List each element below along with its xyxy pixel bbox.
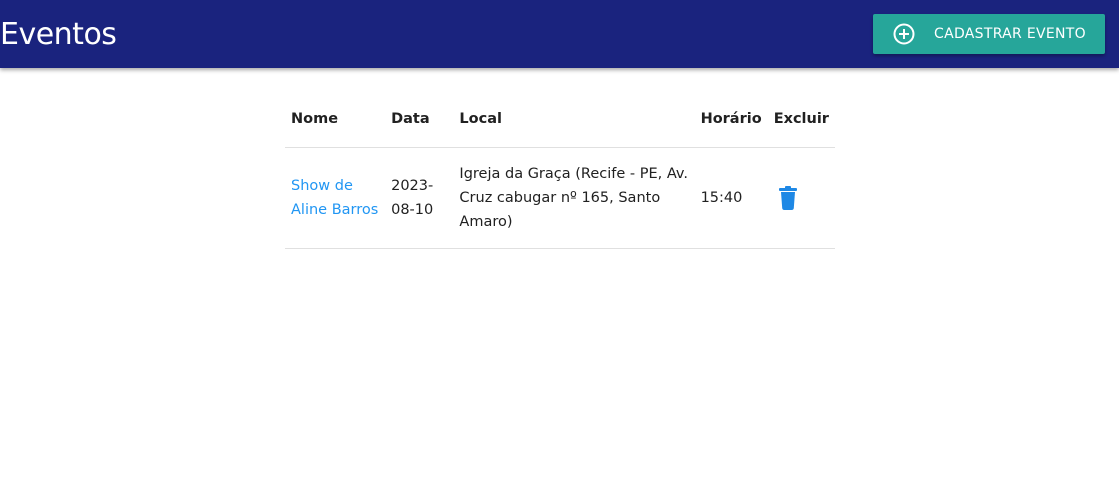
column-header-date: Data (385, 91, 454, 148)
column-header-delete: Excluir (767, 91, 835, 148)
add-event-button-label: CADASTRAR EVENTO (934, 26, 1086, 42)
cell-delete (767, 147, 835, 249)
cell-name: Show de Aline Barros (285, 147, 386, 249)
column-header-location: Local (453, 91, 695, 148)
events-table: Nome Data Local Horário Excluir Show de … (285, 91, 835, 249)
column-header-name: Nome (285, 91, 386, 148)
table-row: Show de Aline Barros 2023-08-10 Igreja d… (285, 147, 835, 249)
event-name-link[interactable]: Show de Aline Barros (291, 178, 378, 218)
trash-icon[interactable] (777, 186, 799, 210)
add-circle-outline-icon (893, 23, 915, 45)
add-event-button[interactable]: CADASTRAR EVENTO (873, 14, 1105, 54)
app-bar: Eventos CADASTRAR EVENTO (0, 0, 1119, 68)
cell-time: 15:40 (694, 147, 768, 249)
page-title: Eventos (0, 17, 117, 52)
column-header-time: Horário (694, 91, 768, 148)
table-header-row: Nome Data Local Horário Excluir (285, 91, 835, 148)
cell-location: Igreja da Graça (Recife - PE, Av. Cruz c… (453, 147, 695, 249)
cell-date: 2023-08-10 (385, 147, 454, 249)
